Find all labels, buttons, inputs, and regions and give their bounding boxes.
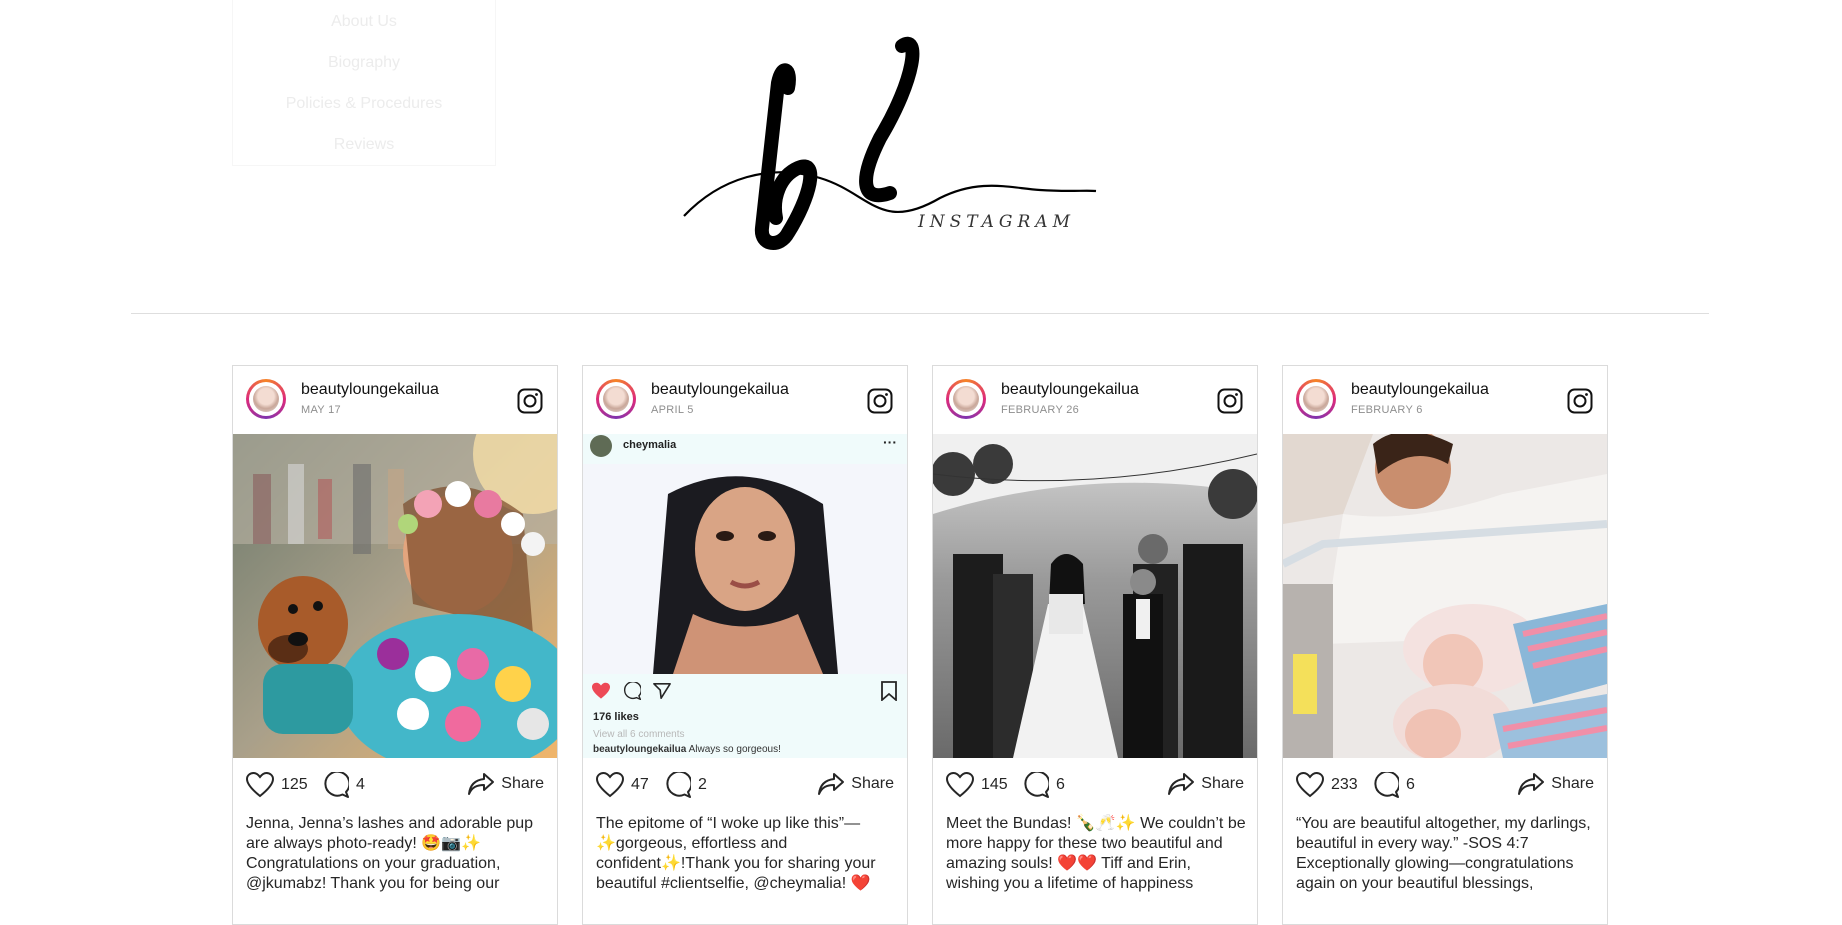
menu-item-reviews[interactable]: Reviews bbox=[233, 124, 495, 165]
avatar[interactable] bbox=[1296, 379, 1336, 419]
instagram-icon[interactable] bbox=[867, 388, 893, 414]
embedded-view-comments: View all 6 comments bbox=[593, 729, 685, 740]
share-label: Share bbox=[1551, 775, 1594, 792]
avatar[interactable] bbox=[946, 379, 986, 419]
instagram-icon[interactable] bbox=[517, 388, 543, 414]
post-caption: “You are beautiful altogether, my darlin… bbox=[1296, 815, 1591, 892]
embedded-comment-text: Always so gorgeous! bbox=[688, 744, 781, 755]
heart-filled-icon bbox=[592, 682, 610, 699]
heart-icon bbox=[246, 772, 274, 798]
like-button[interactable]: 233 bbox=[1296, 772, 1358, 798]
like-count: 233 bbox=[1331, 776, 1358, 793]
instagram-post-card[interactable]: beautyloungekailua MAY 17 125 4 Share Je… bbox=[232, 365, 558, 925]
avatar[interactable] bbox=[596, 379, 636, 419]
like-count: 47 bbox=[631, 776, 649, 793]
share-button[interactable]: Share bbox=[1517, 772, 1594, 796]
post-photo-selfie-screenshot[interactable]: cheymalia ··· 176 likes View all 6 comme… bbox=[583, 434, 907, 758]
post-actions: 145 6 Share bbox=[933, 764, 1257, 804]
comment-icon bbox=[1024, 772, 1049, 798]
comment-icon bbox=[1374, 772, 1399, 798]
instagram-icon[interactable] bbox=[1217, 388, 1243, 414]
comment-icon bbox=[666, 772, 691, 798]
like-count: 145 bbox=[981, 776, 1008, 793]
more-icon: ··· bbox=[883, 434, 897, 450]
comment-button[interactable]: 4 bbox=[323, 772, 365, 798]
post-actions: 47 2 Share bbox=[583, 764, 907, 804]
post-username[interactable]: beautyloungekailua bbox=[1001, 381, 1139, 399]
share-label: Share bbox=[851, 775, 894, 792]
logo-subtitle: INSTAGRAM bbox=[918, 212, 1075, 232]
heart-icon bbox=[596, 772, 624, 798]
share-icon bbox=[1518, 773, 1545, 795]
share-button[interactable]: Share bbox=[1167, 772, 1244, 796]
menu-item-policies[interactable]: Policies & Procedures bbox=[233, 83, 495, 124]
comment-icon bbox=[623, 682, 641, 700]
share-label: Share bbox=[1201, 775, 1244, 792]
heart-icon bbox=[1296, 772, 1324, 798]
comment-count: 2 bbox=[698, 776, 707, 793]
selfie-image bbox=[583, 464, 907, 674]
avatar[interactable] bbox=[246, 379, 286, 419]
post-header: beautyloungekailua APRIL 5 bbox=[583, 366, 907, 434]
post-caption: Jenna, Jenna’s lashes and adorable pup a… bbox=[246, 815, 534, 892]
post-caption: Meet the Bundas! 🍾🥂✨ We couldn’t be more… bbox=[946, 815, 1246, 892]
post-actions: 125 4 Share bbox=[233, 764, 557, 804]
post-caption: The epitome of “I woke up like this”—✨go… bbox=[596, 815, 876, 892]
comment-count: 4 bbox=[356, 776, 365, 793]
like-button[interactable]: 47 bbox=[596, 772, 649, 798]
post-username[interactable]: beautyloungekailua bbox=[1351, 381, 1489, 399]
share-icon bbox=[468, 773, 495, 795]
comment-icon bbox=[324, 772, 349, 798]
menu-item-about[interactable]: About Us bbox=[233, 0, 495, 42]
post-header: beautyloungekailua MAY 17 bbox=[233, 366, 557, 434]
post-username[interactable]: beautyloungekailua bbox=[651, 381, 789, 399]
header-divider bbox=[131, 313, 1709, 314]
instagram-icon[interactable] bbox=[1567, 388, 1593, 414]
share-icon bbox=[818, 773, 845, 795]
embedded-comment-user: beautyloungekailua bbox=[593, 744, 687, 755]
embedded-post-header: cheymalia ··· bbox=[583, 434, 907, 460]
like-button[interactable]: 145 bbox=[946, 772, 1008, 798]
share-button[interactable]: Share bbox=[467, 772, 544, 796]
embedded-comment: beautyloungekailua Always so gorgeous! bbox=[593, 744, 781, 755]
comment-button[interactable]: 6 bbox=[1373, 772, 1415, 798]
comment-button[interactable]: 2 bbox=[665, 772, 707, 798]
comment-count: 6 bbox=[1406, 776, 1415, 793]
embedded-post-footer: 176 likes View all 6 comments beautyloun… bbox=[583, 674, 907, 758]
post-date: FEBRUARY 26 bbox=[1001, 404, 1080, 416]
share-label: Share bbox=[501, 775, 544, 792]
embedded-likes: 176 likes bbox=[593, 711, 639, 723]
share-icon bbox=[1168, 773, 1195, 795]
post-header: beautyloungekailua FEBRUARY 26 bbox=[933, 366, 1257, 434]
instagram-post-card[interactable]: beautyloungekailua APRIL 5 cheymalia ··· bbox=[582, 365, 908, 925]
embedded-avatar bbox=[590, 435, 612, 457]
post-photo-newborn[interactable] bbox=[1283, 434, 1607, 758]
post-username[interactable]: beautyloungekailua bbox=[301, 381, 439, 399]
like-count: 125 bbox=[281, 776, 308, 793]
post-date: MAY 17 bbox=[301, 404, 341, 416]
heart-icon bbox=[946, 772, 974, 798]
post-header: beautyloungekailua FEBRUARY 6 bbox=[1283, 366, 1607, 434]
send-icon bbox=[653, 682, 671, 700]
post-actions: 233 6 Share bbox=[1283, 764, 1607, 804]
dropdown-menu: About Us Biography Policies & Procedures… bbox=[232, 0, 496, 166]
share-button[interactable]: Share bbox=[817, 772, 894, 796]
instagram-post-card[interactable]: beautyloungekailua FEBRUARY 26 145 6 Sha… bbox=[932, 365, 1258, 925]
bookmark-icon bbox=[881, 681, 897, 701]
post-date: FEBRUARY 6 bbox=[1351, 404, 1423, 416]
like-button[interactable]: 125 bbox=[246, 772, 308, 798]
post-date: APRIL 5 bbox=[651, 404, 694, 416]
comment-button[interactable]: 6 bbox=[1023, 772, 1065, 798]
embedded-username: cheymalia bbox=[623, 439, 677, 451]
post-photo-graduation[interactable] bbox=[233, 434, 557, 758]
menu-item-biography[interactable]: Biography bbox=[233, 42, 495, 83]
instagram-post-card[interactable]: beautyloungekailua FEBRUARY 6 233 6 Shar… bbox=[1282, 365, 1608, 925]
post-photo-wedding[interactable] bbox=[933, 434, 1257, 758]
comment-count: 6 bbox=[1056, 776, 1065, 793]
